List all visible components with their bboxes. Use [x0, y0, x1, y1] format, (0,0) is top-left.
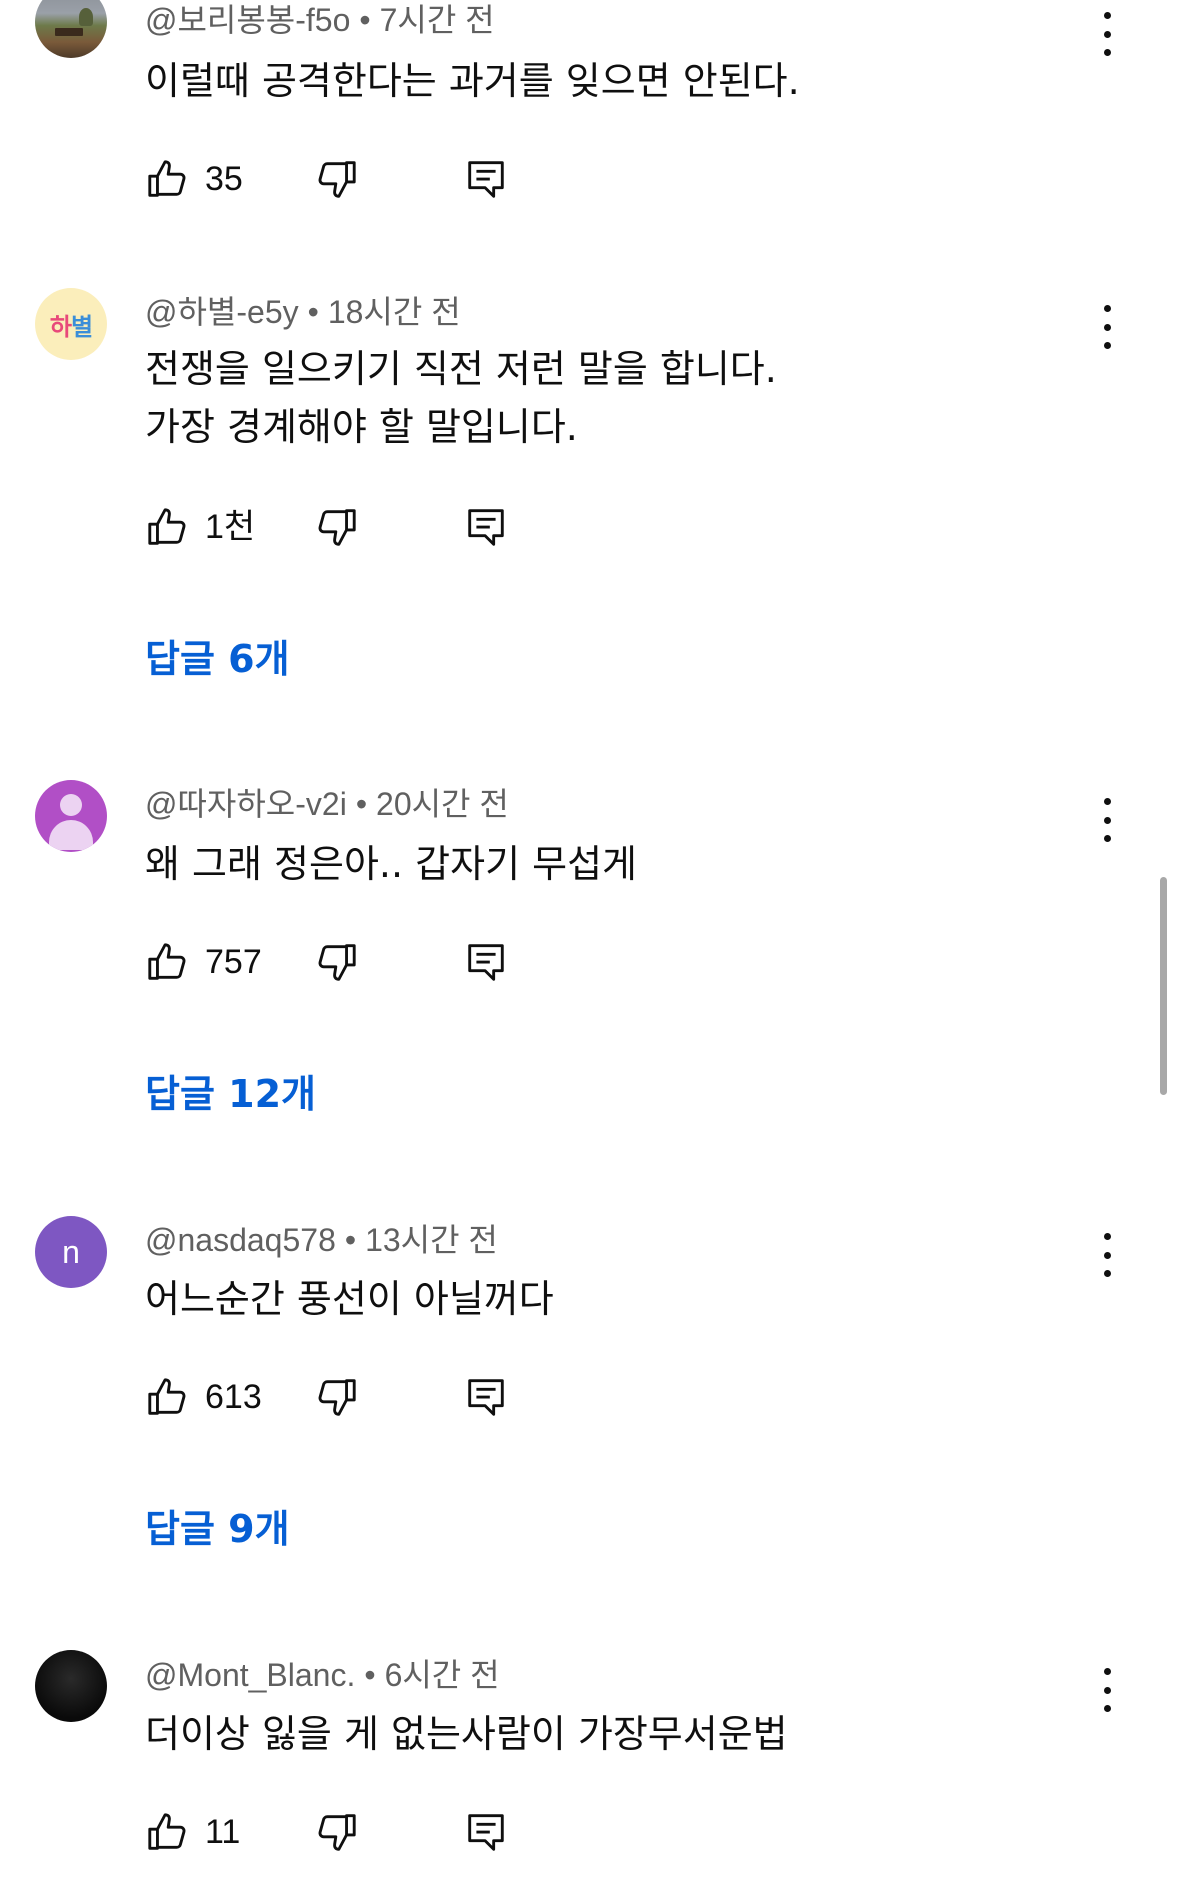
comment-actions: 35 — [145, 155, 545, 205]
comment-actions: 613 — [145, 1373, 545, 1423]
reply-comment-icon[interactable] — [463, 1808, 509, 1856]
meta-separator: • — [364, 1657, 376, 1693]
comment-text: 어느순간 풍선이 아닐꺼다 — [145, 1270, 554, 1328]
comment-line: 더이상 잃을 게 없는사람이 가장무서운법 — [145, 1712, 788, 1756]
thumbs-down-icon[interactable] — [313, 155, 359, 203]
avatar-text: 별 — [71, 312, 93, 341]
comment-text: 이럴때 공격한다는 과거를 잊으면 안된다. — [145, 52, 800, 110]
comment-time[interactable]: 18시간 전 — [328, 294, 461, 330]
comment-time[interactable]: 7시간 전 — [380, 2, 495, 38]
thumbs-down-icon[interactable] — [313, 1373, 359, 1421]
comment-line: 가장 경계해야 할 말입니다. — [145, 405, 578, 449]
like-count: 35 — [205, 160, 243, 198]
more-icon[interactable] — [1090, 798, 1124, 842]
replies-button[interactable]: 답글 6개 — [145, 634, 290, 684]
thumbs-up-icon[interactable] — [145, 938, 191, 986]
like-count: 613 — [205, 1378, 262, 1416]
meta-separator: • — [359, 2, 371, 38]
more-icon[interactable] — [1090, 12, 1124, 56]
comment-text: 왜 그래 정은아.. 갑자기 무섭게 — [145, 835, 637, 893]
thumbs-up-icon[interactable] — [145, 503, 191, 551]
comment-actions: 1천 — [145, 503, 545, 553]
reply-comment-icon[interactable] — [463, 1373, 509, 1421]
like-count: 757 — [205, 943, 262, 981]
comment-meta: @Mont_Blanc. • 6시간 전 — [145, 1655, 500, 1695]
avatar-letter: n — [62, 1233, 80, 1270]
reply-comment-icon[interactable] — [463, 503, 509, 551]
comment-text: 전쟁을 일으키기 직전 저런 말을 합니다. 가장 경계해야 할 말입니다. — [145, 340, 777, 456]
replies-button[interactable]: 답글 12개 — [145, 1069, 316, 1119]
tree-image — [79, 8, 93, 26]
avatar-text: 하 — [49, 312, 72, 341]
thumbs-up-icon[interactable] — [145, 1373, 191, 1421]
comment-author[interactable]: @따자하오-v2i — [145, 786, 347, 822]
comment-line: 어느순간 풍선이 아닐꺼다 — [145, 1277, 554, 1321]
avatar[interactable]: n — [35, 1216, 107, 1288]
meta-separator: • — [344, 1222, 357, 1258]
scrollbar[interactable] — [1160, 877, 1167, 1095]
comment-text: 더이상 잃을 게 없는사람이 가장무서운법 — [145, 1705, 788, 1763]
thumbs-down-icon[interactable] — [313, 938, 359, 986]
comment-meta: @하별-e5y • 18시간 전 — [145, 292, 461, 332]
avatar[interactable]: 하별 — [35, 288, 107, 360]
reply-comment-icon[interactable] — [463, 155, 509, 203]
thumbs-up-icon[interactable] — [145, 1808, 191, 1856]
comment-time[interactable]: 13시간 전 — [365, 1222, 498, 1258]
bench-image — [55, 28, 83, 36]
comment-line: 왜 그래 정은아.. 갑자기 무섭게 — [145, 842, 637, 886]
avatar[interactable] — [35, 0, 107, 58]
comment-author[interactable]: @하별-e5y — [145, 294, 299, 330]
more-icon[interactable] — [1090, 1233, 1124, 1277]
more-icon[interactable] — [1090, 1668, 1124, 1712]
comment-meta: @보리봉봉-f5o • 7시간 전 — [145, 0, 495, 40]
meta-separator: • — [355, 786, 368, 822]
comment-author[interactable]: @Mont_Blanc. — [145, 1657, 355, 1693]
comment-time[interactable]: 6시간 전 — [385, 1657, 500, 1693]
reply-comment-icon[interactable] — [463, 938, 509, 986]
default-person-icon — [60, 794, 82, 816]
comment-author[interactable]: @보리봉봉-f5o — [145, 2, 350, 38]
avatar[interactable] — [35, 1650, 107, 1722]
thumbs-up-icon[interactable] — [145, 155, 191, 203]
comment-meta: @따자하오-v2i • 20시간 전 — [145, 784, 509, 824]
comment-line: 전쟁을 일으키기 직전 저런 말을 합니다. — [145, 347, 777, 391]
like-count: 11 — [205, 1813, 241, 1851]
meta-separator: • — [307, 294, 319, 330]
replies-button[interactable]: 답글 9개 — [145, 1504, 290, 1554]
avatar[interactable] — [35, 780, 107, 852]
comment-line: 이럴때 공격한다는 과거를 잊으면 안된다. — [145, 59, 800, 103]
thumbs-down-icon[interactable] — [313, 503, 359, 551]
more-icon[interactable] — [1090, 305, 1124, 349]
like-count: 1천 — [205, 508, 256, 546]
comment-time[interactable]: 20시간 전 — [376, 786, 509, 822]
comment-actions: 757 — [145, 938, 545, 988]
thumbs-down-icon[interactable] — [313, 1808, 359, 1856]
comment-actions: 11 — [145, 1808, 545, 1858]
comment-meta: @nasdaq578 • 13시간 전 — [145, 1220, 498, 1260]
comment-author[interactable]: @nasdaq578 — [145, 1222, 336, 1258]
